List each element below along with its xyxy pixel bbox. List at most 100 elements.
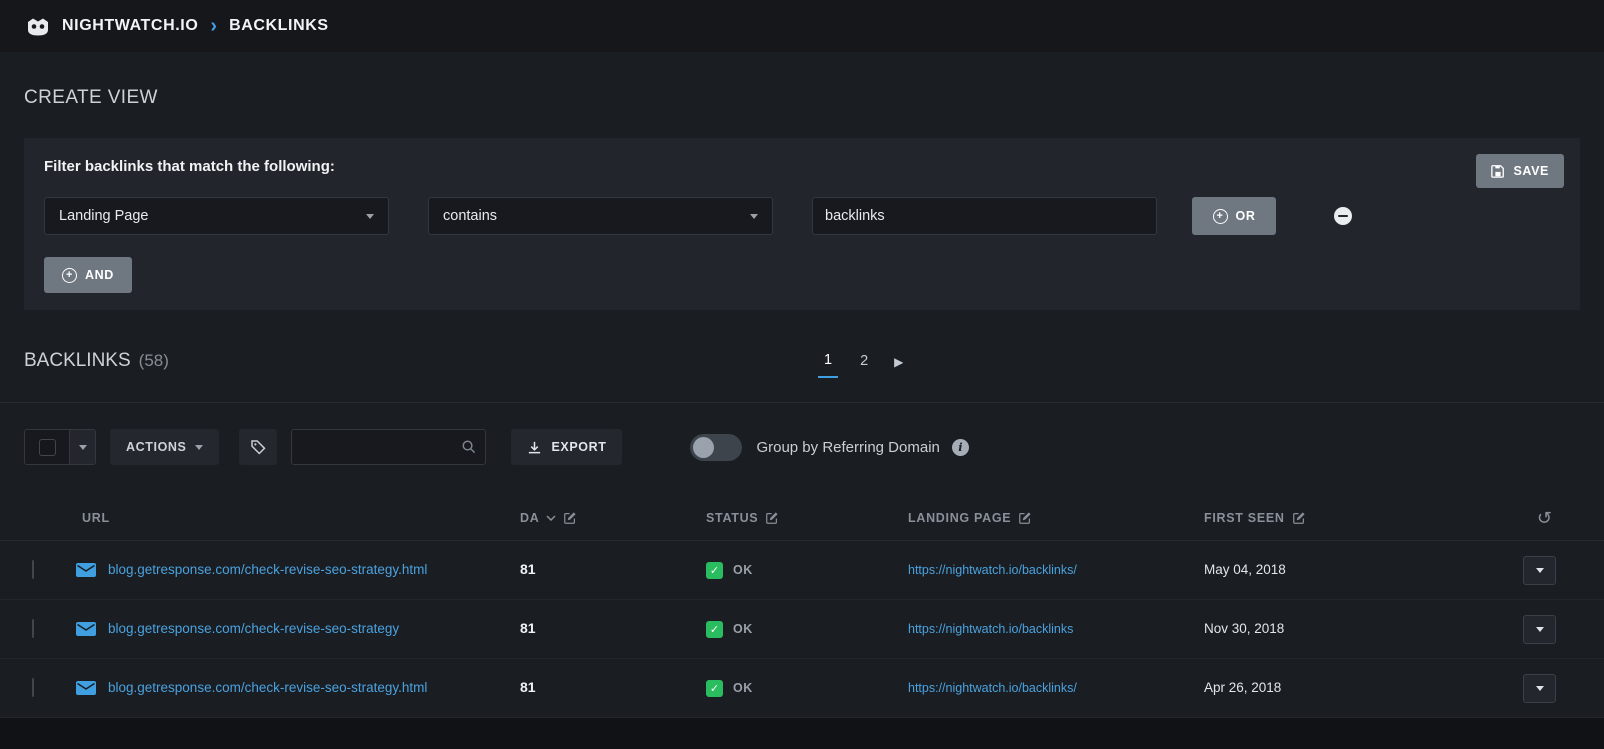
row-checkbox[interactable] <box>32 678 34 697</box>
envelope-icon <box>76 681 96 695</box>
actions-button[interactable]: ACTIONS <box>110 429 219 465</box>
landing-page-link[interactable]: https://nightwatch.io/backlinks/ <box>908 563 1077 577</box>
refresh-icon[interactable]: ↺ <box>1537 509 1552 527</box>
row-checkbox[interactable] <box>32 619 34 638</box>
export-button[interactable]: EXPORT <box>511 429 622 465</box>
and-button-label: AND <box>85 268 114 282</box>
status-text: OK <box>733 622 753 636</box>
and-button[interactable]: + AND <box>44 257 132 293</box>
top-navbar: NIGHTWATCH.IO › BACKLINKS <box>0 0 1604 52</box>
edit-column-icon[interactable] <box>1018 511 1032 525</box>
tag-icon <box>250 439 266 455</box>
column-header-url[interactable]: URL <box>76 511 520 525</box>
filter-operator-select[interactable]: contains <box>428 197 773 235</box>
breadcrumb-section: BACKLINKS <box>229 17 329 35</box>
table-row: blog.getresponse.com/check-revise-seo-st… <box>0 659 1604 718</box>
column-header-da-label: DA <box>520 511 539 525</box>
backlink-url-link[interactable]: blog.getresponse.com/check-revise-seo-st… <box>108 680 427 695</box>
backlinks-count: (58) <box>139 351 169 371</box>
filter-value-input[interactable] <box>812 197 1157 235</box>
toggle-knob <box>693 437 714 458</box>
or-button[interactable]: + OR <box>1192 197 1276 235</box>
status-check-icon: ✓ <box>706 680 723 697</box>
status-text: OK <box>733 563 753 577</box>
envelope-icon <box>76 622 96 636</box>
save-button[interactable]: SAVE <box>1476 154 1564 188</box>
backlinks-title: BACKLINKS (58) <box>24 350 1580 372</box>
da-value: 81 <box>520 620 536 636</box>
chevron-down-icon <box>195 445 203 450</box>
select-all-caret[interactable] <box>69 430 95 464</box>
row-actions-dropdown[interactable] <box>1523 615 1556 644</box>
info-icon[interactable]: i <box>952 439 969 456</box>
table-toolbar: ACTIONS EXPORT Group by Referring Domain… <box>24 429 1580 465</box>
column-header-landing-page[interactable]: LANDING PAGE <box>908 511 1204 525</box>
edit-column-icon[interactable] <box>1292 511 1306 525</box>
first-seen-date: Nov 30, 2018 <box>1204 621 1284 636</box>
sort-chevron-icon[interactable] <box>546 515 556 521</box>
first-seen-date: Apr 26, 2018 <box>1204 680 1281 695</box>
table-header-row: URL DA STATUS LANDING PAGE FIRST SEEN <box>0 495 1604 541</box>
select-all-checkbox[interactable] <box>39 439 56 456</box>
backlinks-table: URL DA STATUS LANDING PAGE FIRST SEEN <box>0 495 1604 718</box>
column-header-da[interactable]: DA <box>520 511 706 525</box>
row-checkbox[interactable] <box>32 560 34 579</box>
status-text: OK <box>733 681 753 695</box>
edit-column-icon[interactable] <box>765 511 779 525</box>
column-header-landing-page-label: LANDING PAGE <box>908 511 1011 525</box>
chevron-down-icon <box>366 214 374 219</box>
landing-page-link[interactable]: https://nightwatch.io/backlinks <box>908 622 1073 636</box>
next-row-partial <box>0 718 1604 749</box>
pagination-page-1[interactable]: 1 <box>818 346 838 378</box>
row-actions-dropdown[interactable] <box>1523 556 1556 585</box>
backlinks-title-text: BACKLINKS <box>24 350 131 372</box>
filter-panel: Filter backlinks that match the followin… <box>24 138 1580 310</box>
filter-condition-row: Landing Page contains + OR <box>44 197 1560 235</box>
column-header-first-seen[interactable]: FIRST SEEN <box>1204 511 1500 525</box>
search-input[interactable] <box>291 429 486 465</box>
pagination-page-2[interactable]: 2 <box>854 347 874 377</box>
search-icon <box>461 439 476 454</box>
chevron-down-icon <box>1536 686 1544 691</box>
nightwatch-logo-icon[interactable] <box>26 17 50 36</box>
chevron-down-icon <box>1536 627 1544 632</box>
group-by-domain-toggle[interactable] <box>690 434 742 461</box>
status-check-icon: ✓ <box>706 621 723 638</box>
brand-name[interactable]: NIGHTWATCH.IO <box>62 17 198 35</box>
plus-circle-icon: + <box>62 268 77 283</box>
pagination: 1 2 ▶ <box>818 346 907 378</box>
remove-condition-icon[interactable] <box>1334 207 1352 225</box>
group-by-domain-label: Group by Referring Domain <box>756 439 939 456</box>
backlinks-header: BACKLINKS (58) 1 2 ▶ <box>24 350 1580 378</box>
pagination-next-icon[interactable]: ▶ <box>890 351 907 373</box>
table-row: blog.getresponse.com/check-revise-seo-st… <box>0 541 1604 600</box>
select-all-dropdown[interactable] <box>24 429 96 465</box>
search-box <box>291 429 486 465</box>
section-divider <box>0 402 1604 403</box>
breadcrumb-separator-icon: › <box>210 16 217 36</box>
tag-button[interactable] <box>239 429 277 465</box>
column-header-status-label: STATUS <box>706 511 758 525</box>
edit-column-icon[interactable] <box>563 511 577 525</box>
save-button-label: SAVE <box>1513 164 1549 178</box>
download-icon <box>527 440 542 455</box>
column-header-first-seen-label: FIRST SEEN <box>1204 511 1285 525</box>
backlink-url-link[interactable]: blog.getresponse.com/check-revise-seo-st… <box>108 621 399 636</box>
filter-operator-value: contains <box>443 208 497 224</box>
filter-field-select[interactable]: Landing Page <box>44 197 389 235</box>
first-seen-date: May 04, 2018 <box>1204 562 1286 577</box>
filter-heading: Filter backlinks that match the followin… <box>44 158 1560 175</box>
da-value: 81 <box>520 679 536 695</box>
select-all-checkbox-wrap <box>25 430 69 464</box>
landing-page-link[interactable]: https://nightwatch.io/backlinks/ <box>908 681 1077 695</box>
backlink-url-link[interactable]: blog.getresponse.com/check-revise-seo-st… <box>108 562 427 577</box>
column-header-url-label: URL <box>82 511 110 525</box>
row-actions-dropdown[interactable] <box>1523 674 1556 703</box>
filter-field-value: Landing Page <box>59 208 149 224</box>
save-icon <box>1491 164 1505 178</box>
page-title: CREATE VIEW <box>24 86 1604 110</box>
column-header-status[interactable]: STATUS <box>706 511 908 525</box>
chevron-down-icon <box>79 445 87 450</box>
chevron-down-icon <box>1536 568 1544 573</box>
status-check-icon: ✓ <box>706 562 723 579</box>
